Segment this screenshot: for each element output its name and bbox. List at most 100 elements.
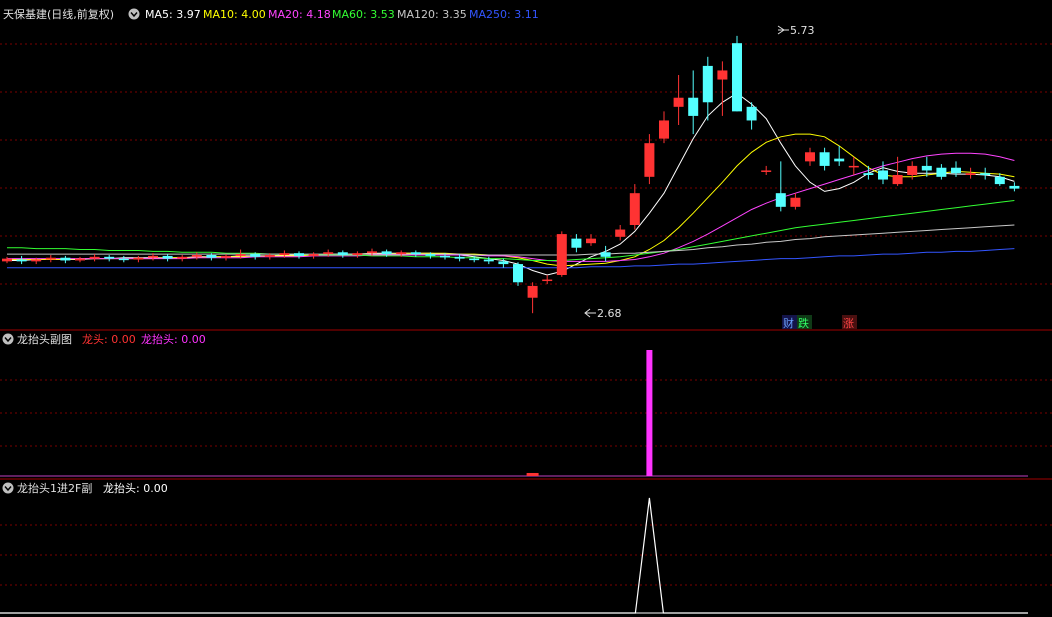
candle-body-11 bbox=[162, 255, 173, 259]
candle-body-48 bbox=[702, 65, 713, 103]
candle-body-24 bbox=[352, 253, 363, 255]
candle-body-67 bbox=[980, 173, 991, 175]
candle-body-28 bbox=[410, 252, 421, 255]
candle-body-59 bbox=[863, 173, 874, 175]
candle-body-16 bbox=[235, 254, 246, 256]
candle-body-56 bbox=[819, 152, 830, 166]
candle-body-38 bbox=[556, 234, 567, 275]
candle-body-30 bbox=[440, 255, 450, 258]
line-ma20 bbox=[7, 152, 1015, 262]
marker-zhang[interactable]: 涨 bbox=[843, 317, 854, 330]
marker-cai[interactable]: 财 bbox=[783, 316, 794, 330]
candle-body-61 bbox=[892, 175, 903, 185]
candle-body-41 bbox=[600, 252, 611, 257]
candle-body-19 bbox=[279, 253, 290, 255]
ma10-label: MA10: 4.00 bbox=[203, 8, 266, 21]
candle-body-43 bbox=[629, 193, 640, 225]
candle-body-42 bbox=[615, 229, 626, 237]
line-ma120 bbox=[7, 224, 1015, 256]
sub2-collapse-icon[interactable] bbox=[2, 482, 14, 494]
stock-chart: 天保基建(日线,前复权) MA5: 3.97 MA10: 4.00 MA20: … bbox=[0, 7, 1052, 614]
main-collapse-icon[interactable] bbox=[128, 8, 140, 20]
sub1-dragon-rise-label: 龙抬头: 0.00 bbox=[141, 332, 206, 346]
candle-body-37 bbox=[542, 279, 553, 282]
candle-body-66 bbox=[965, 173, 976, 175]
low-annotation: 2.68 bbox=[584, 307, 622, 320]
candle-body-20 bbox=[294, 253, 304, 256]
candle-body-7 bbox=[104, 256, 115, 259]
candle-body-12 bbox=[177, 256, 188, 259]
candle-body-32 bbox=[469, 258, 480, 261]
candle-body-9 bbox=[133, 257, 144, 260]
candle-body-33 bbox=[483, 259, 494, 262]
sub1-bar-dragon-head bbox=[526, 472, 539, 476]
candle-body-69 bbox=[1009, 185, 1020, 189]
candle-body-45 bbox=[659, 120, 669, 139]
candle-body-8 bbox=[118, 258, 129, 261]
candle-body-17 bbox=[250, 254, 261, 257]
candle-body-18 bbox=[264, 255, 275, 257]
candle-body-31 bbox=[454, 256, 465, 259]
ma120-label: MA120: 3.35 bbox=[397, 8, 467, 21]
candle-body-53 bbox=[775, 193, 786, 207]
candle-body-47 bbox=[688, 97, 699, 116]
sub1-bar-dragon-rise bbox=[646, 350, 653, 476]
candle-body-49 bbox=[717, 70, 728, 80]
sub2-signal-line bbox=[0, 497, 1028, 614]
candle-body-64 bbox=[936, 167, 947, 177]
candle-body-58 bbox=[848, 165, 859, 168]
low-label: 2.68 bbox=[597, 307, 622, 320]
candle-body-15 bbox=[221, 255, 231, 258]
candle-body-51 bbox=[746, 106, 757, 121]
candle-body-65 bbox=[951, 167, 961, 174]
sub2-dragon-rise-label: 龙抬头: 0.00 bbox=[103, 481, 168, 495]
candle-body-29 bbox=[425, 254, 436, 256]
stock-title: 天保基建(日线,前复权) bbox=[3, 7, 114, 21]
candle-body-34 bbox=[498, 261, 509, 265]
candle-body-57 bbox=[834, 158, 845, 162]
candle-body-5 bbox=[75, 258, 85, 261]
high-label: 5.73 bbox=[790, 24, 815, 37]
sub1-title: 龙抬头副图 bbox=[17, 332, 72, 346]
line-ma10 bbox=[7, 133, 1015, 267]
candle-body-14 bbox=[206, 255, 217, 258]
candle-body-21 bbox=[308, 254, 319, 256]
candle-body-55 bbox=[805, 152, 815, 162]
candle-body-0 bbox=[2, 258, 12, 262]
sub1-dragon-head-label: 龙头: 0.00 bbox=[82, 333, 136, 346]
line-ma60 bbox=[7, 200, 1015, 261]
line-ma5 bbox=[7, 92, 1015, 276]
sub1-collapse-icon[interactable] bbox=[2, 333, 14, 345]
candle-body-26 bbox=[381, 251, 392, 255]
candle-body-44 bbox=[644, 143, 655, 177]
candle-body-3 bbox=[45, 257, 56, 260]
candle-body-2 bbox=[31, 259, 42, 262]
candle-body-46 bbox=[673, 97, 684, 107]
candle-body-68 bbox=[994, 176, 1005, 185]
marker-die[interactable]: 跌 bbox=[798, 316, 809, 330]
candle-body-63 bbox=[921, 165, 932, 171]
candle-body-60 bbox=[878, 170, 888, 180]
candle-body-62 bbox=[907, 165, 918, 175]
candle-body-36 bbox=[527, 285, 538, 298]
candle-body-4 bbox=[60, 257, 71, 261]
candle-body-23 bbox=[337, 252, 348, 255]
candle-body-27 bbox=[396, 252, 407, 255]
ma60-label: MA60: 3.53 bbox=[332, 8, 395, 21]
candle-body-10 bbox=[148, 255, 158, 258]
sub2-title: 龙抬头1进2F副 bbox=[17, 481, 92, 495]
ma20-label: MA20: 4.18 bbox=[268, 8, 331, 21]
panel-borders bbox=[0, 329, 1052, 614]
moving-average-lines bbox=[7, 92, 1015, 276]
candle-body-39 bbox=[571, 238, 582, 248]
high-annotation: 5.73 bbox=[777, 24, 815, 37]
ma250-label: MA250: 3.11 bbox=[469, 8, 539, 21]
candle-body-52 bbox=[761, 170, 772, 172]
candle-body-40 bbox=[586, 238, 596, 244]
candle-body-22 bbox=[323, 252, 334, 255]
ma5-label: MA5: 3.97 bbox=[145, 8, 201, 21]
grid-lines bbox=[0, 43, 1052, 586]
candle-body-50 bbox=[732, 43, 742, 112]
sub2-line bbox=[0, 497, 1028, 614]
candlesticks bbox=[2, 35, 1020, 314]
